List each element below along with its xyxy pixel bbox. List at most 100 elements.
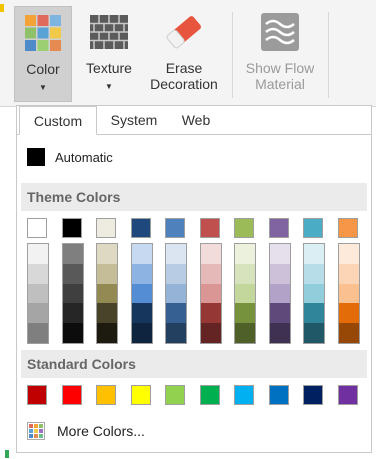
standard-color-swatch[interactable] <box>27 385 47 405</box>
theme-color-swatch[interactable] <box>61 218 82 238</box>
automatic-swatch <box>27 148 45 166</box>
tab-custom[interactable]: Custom <box>19 106 97 135</box>
theme-shade-swatch[interactable] <box>97 244 117 264</box>
theme-shade-swatch[interactable] <box>200 323 221 343</box>
brick-texture-icon <box>90 15 128 49</box>
standard-color-swatch[interactable] <box>234 385 254 405</box>
theme-shade-swatch[interactable] <box>235 303 255 324</box>
theme-shade-group <box>96 243 118 344</box>
theme-shade-swatch[interactable] <box>62 263 83 284</box>
theme-shade-swatch[interactable] <box>200 283 221 304</box>
standard-color-swatch[interactable] <box>337 385 358 405</box>
theme-shade-swatch[interactable] <box>62 303 83 324</box>
theme-shade-swatch[interactable] <box>304 303 324 324</box>
theme-color-swatch[interactable] <box>303 218 323 238</box>
theme-shade-swatch[interactable] <box>235 263 255 284</box>
theme-shade-swatch[interactable] <box>131 263 152 284</box>
theme-shade-swatch[interactable] <box>97 263 117 284</box>
theme-colors-grid <box>27 218 367 344</box>
theme-shade-swatch[interactable] <box>200 244 221 264</box>
theme-color-swatch[interactable] <box>165 218 185 238</box>
theme-shade-swatch[interactable] <box>131 323 152 343</box>
theme-shade-swatch[interactable] <box>200 303 221 324</box>
theme-shade-swatch[interactable] <box>166 263 186 284</box>
theme-shade-swatch[interactable] <box>28 303 48 324</box>
more-colors-button[interactable]: More Colors... <box>27 421 145 441</box>
theme-shade-swatch[interactable] <box>200 263 221 284</box>
theme-shade-swatch[interactable] <box>269 323 290 343</box>
theme-shade-swatch[interactable] <box>304 283 324 304</box>
theme-shade-swatch[interactable] <box>338 244 359 264</box>
standard-color-swatch[interactable] <box>61 385 82 405</box>
theme-color-swatch[interactable] <box>268 218 289 238</box>
color-button-label: Color <box>26 61 60 77</box>
standard-colors-header: Standard Colors <box>21 350 367 378</box>
theme-color-swatch[interactable] <box>27 218 47 238</box>
erase-decoration-button[interactable]: Erase Decoration <box>144 6 224 102</box>
theme-shade-swatch[interactable] <box>338 263 359 284</box>
standard-color-swatch[interactable] <box>199 385 220 405</box>
theme-shade-group <box>165 243 187 344</box>
theme-color-column <box>234 218 256 344</box>
standard-color-swatch[interactable] <box>268 385 289 405</box>
theme-color-swatch[interactable] <box>96 218 116 238</box>
theme-shade-swatch[interactable] <box>28 244 48 264</box>
theme-shade-swatch[interactable] <box>304 244 324 264</box>
erase-button-label-1: Erase <box>165 60 203 76</box>
texture-button[interactable]: Texture ▼ <box>80 6 138 102</box>
theme-shade-swatch[interactable] <box>269 244 290 264</box>
color-button[interactable]: Color ▼ <box>14 6 72 102</box>
theme-shade-swatch[interactable] <box>97 323 117 343</box>
theme-color-swatch[interactable] <box>130 218 151 238</box>
automatic-color-option[interactable]: Automatic <box>27 148 113 166</box>
theme-shade-swatch[interactable] <box>28 323 48 343</box>
theme-shade-swatch[interactable] <box>338 323 359 343</box>
theme-color-column <box>337 218 360 344</box>
theme-color-swatch[interactable] <box>199 218 220 238</box>
ribbon-toolbar: Color ▼ Texture ▼ Erase Decoration Show … <box>0 0 376 107</box>
theme-shade-swatch[interactable] <box>166 323 186 343</box>
theme-shade-swatch[interactable] <box>269 283 290 304</box>
ribbon-separator <box>232 12 233 98</box>
theme-shade-swatch[interactable] <box>304 263 324 284</box>
color-tabs: Custom System Web <box>17 106 371 135</box>
theme-shade-swatch[interactable] <box>28 263 48 284</box>
theme-shade-swatch[interactable] <box>304 323 324 343</box>
theme-shade-swatch[interactable] <box>131 244 152 264</box>
theme-shade-swatch[interactable] <box>269 303 290 324</box>
theme-shade-swatch[interactable] <box>235 323 255 343</box>
theme-shade-swatch[interactable] <box>62 283 83 304</box>
tab-web[interactable]: Web <box>171 106 221 134</box>
theme-shade-swatch[interactable] <box>131 283 152 304</box>
theme-shade-group <box>199 243 222 344</box>
theme-color-swatch[interactable] <box>234 218 254 238</box>
standard-color-swatch[interactable] <box>96 385 116 405</box>
theme-shade-swatch[interactable] <box>338 283 359 304</box>
theme-shade-swatch[interactable] <box>97 283 117 304</box>
theme-shade-swatch[interactable] <box>166 283 186 304</box>
theme-shade-swatch[interactable] <box>235 244 255 264</box>
theme-shade-swatch[interactable] <box>62 244 83 264</box>
edge-marker <box>5 450 9 458</box>
theme-shade-swatch[interactable] <box>269 263 290 284</box>
automatic-label: Automatic <box>55 149 113 165</box>
standard-color-swatch[interactable] <box>130 385 151 405</box>
theme-colors-header: Theme Colors <box>21 183 367 211</box>
theme-shade-swatch[interactable] <box>97 303 117 324</box>
theme-shade-swatch[interactable] <box>338 303 359 324</box>
theme-shade-swatch[interactable] <box>235 283 255 304</box>
color-grid-icon <box>27 422 45 440</box>
theme-shade-group <box>130 243 153 344</box>
theme-shade-swatch[interactable] <box>28 283 48 304</box>
theme-color-column <box>27 218 49 344</box>
ribbon-separator <box>328 12 329 98</box>
theme-shade-swatch[interactable] <box>166 244 186 264</box>
standard-color-swatch[interactable] <box>303 385 323 405</box>
theme-shade-swatch[interactable] <box>131 303 152 324</box>
theme-color-swatch[interactable] <box>337 218 358 238</box>
standard-color-swatch[interactable] <box>165 385 185 405</box>
tab-system[interactable]: System <box>101 106 167 134</box>
theme-shade-swatch[interactable] <box>62 323 83 343</box>
show-flow-material-button[interactable]: Show Flow Material <box>240 6 320 102</box>
theme-shade-swatch[interactable] <box>166 303 186 324</box>
